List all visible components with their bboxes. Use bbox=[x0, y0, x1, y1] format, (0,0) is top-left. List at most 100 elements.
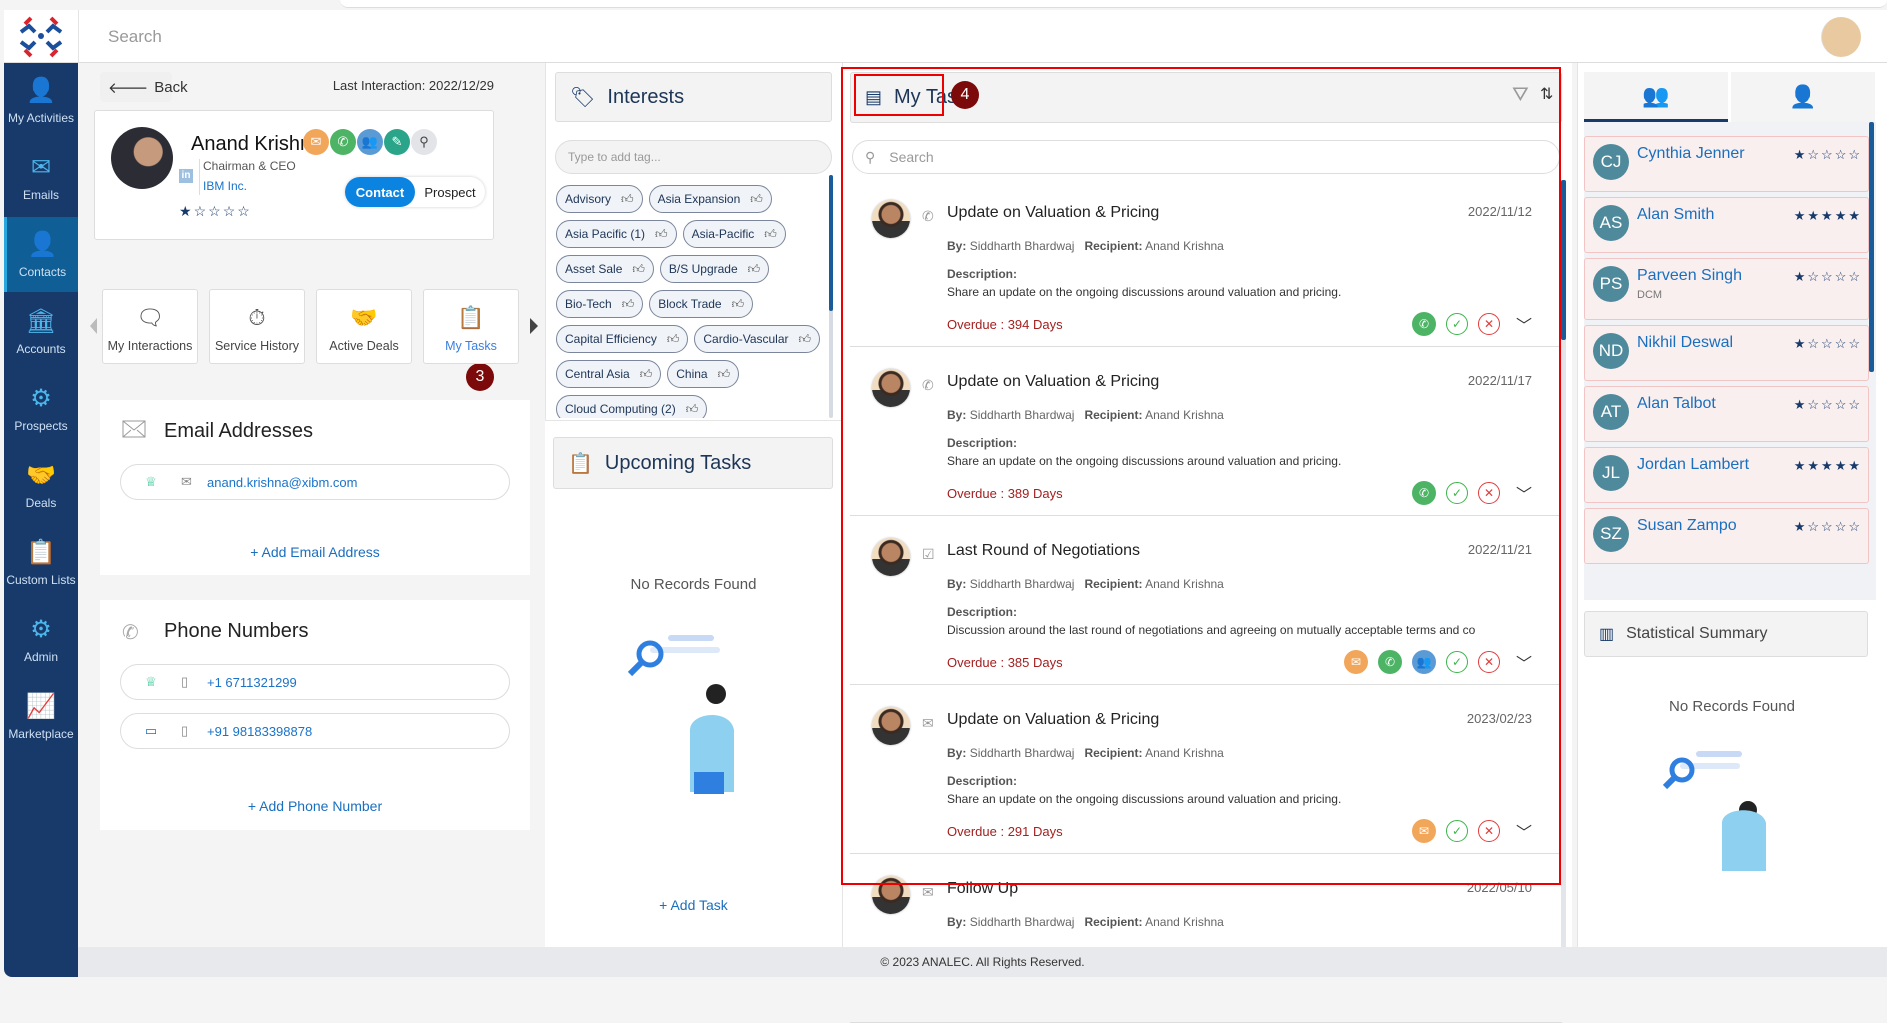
interest-tag[interactable]: Capital Efficiency 👍︎ bbox=[556, 325, 689, 353]
sidebar-item-emails[interactable]: ✉ Emails bbox=[4, 140, 78, 215]
contact-name-link[interactable]: Cynthia Jenner bbox=[1637, 145, 1745, 163]
interest-tag[interactable]: Cardio-Vascular 👍︎ bbox=[694, 325, 821, 353]
related-contact-card[interactable]: ND Nikhil Deswal ★ ☆ ☆ ☆ ☆ bbox=[1584, 325, 1869, 381]
linkedin-icon[interactable]: in bbox=[179, 169, 193, 183]
thumbs-up-icon[interactable]: 👍︎ bbox=[764, 227, 777, 242]
related-contact-card[interactable]: AT Alan Talbot ★ ☆ ☆ ☆ ☆ bbox=[1584, 386, 1869, 442]
back-button[interactable]: 🡐 Back bbox=[100, 72, 188, 102]
interest-tag[interactable]: Cloud Computing (2) 👍︎ bbox=[556, 395, 708, 418]
tags-scrollbar[interactable] bbox=[829, 175, 833, 418]
sidebar-item-admin[interactable]: ⚙ Admin bbox=[4, 602, 78, 677]
user-avatar[interactable] bbox=[1821, 17, 1861, 57]
interest-tag[interactable]: Asia Pacific (1) 👍︎ bbox=[556, 220, 677, 248]
star-empty-icon[interactable]: ☆ bbox=[1821, 519, 1833, 535]
contact-name-link[interactable]: Alan Talbot bbox=[1637, 395, 1716, 413]
star-filled-icon[interactable]: ★ bbox=[1794, 458, 1806, 474]
star-empty-icon[interactable]: ☆ bbox=[1807, 336, 1819, 352]
tiles-prev-arrow[interactable] bbox=[90, 318, 97, 334]
phone-value[interactable]: +1 6711321299 bbox=[207, 675, 297, 690]
star-filled-icon[interactable]: ★ bbox=[1821, 208, 1833, 224]
star-empty-icon[interactable]: ☆ bbox=[1821, 147, 1833, 163]
interest-tag[interactable]: Asia-Pacific 👍︎ bbox=[682, 220, 786, 248]
contact-rating[interactable]: ★ ☆ ☆ ☆ ☆ bbox=[1794, 397, 1860, 413]
star-empty-icon[interactable]: ☆ bbox=[1807, 397, 1819, 413]
star-filled-icon[interactable]: ★ bbox=[1848, 458, 1860, 474]
thumbs-up-icon[interactable]: 👍︎ bbox=[655, 227, 668, 242]
contact-option[interactable]: Contact bbox=[345, 177, 415, 207]
star-empty-icon[interactable]: ☆ bbox=[1848, 336, 1860, 352]
email-action-button[interactable]: ✉ bbox=[303, 129, 329, 155]
interest-tag[interactable]: Advisory 👍︎ bbox=[556, 185, 643, 213]
add-tag-input[interactable]: Type to add tag... bbox=[555, 140, 832, 174]
sidebar-item-marketplace[interactable]: 📈 Marketplace bbox=[4, 679, 78, 754]
interest-tag[interactable]: Asset Sale 👍︎ bbox=[556, 255, 654, 283]
related-scrollbar[interactable] bbox=[1869, 122, 1874, 372]
add-phone-link[interactable]: + Add Phone Number bbox=[100, 798, 530, 814]
star-filled-icon[interactable]: ★ bbox=[1794, 147, 1806, 163]
star-filled-icon[interactable]: ★ bbox=[1794, 269, 1806, 285]
star-filled-icon[interactable]: ★ bbox=[1794, 397, 1806, 413]
tiles-next-arrow[interactable] bbox=[530, 318, 538, 334]
star-empty-icon[interactable]: ☆ bbox=[1848, 397, 1860, 413]
star-empty-icon[interactable]: ☆ bbox=[223, 203, 236, 220]
star-filled-icon[interactable]: ★ bbox=[1794, 519, 1806, 535]
contact-rating[interactable]: ★ ☆ ☆ ☆ ☆ bbox=[1794, 147, 1860, 163]
star-empty-icon[interactable]: ☆ bbox=[1821, 397, 1833, 413]
thumbs-up-icon[interactable]: 👍︎ bbox=[632, 262, 645, 277]
email-row[interactable]: ♕ ✉ anand.krishna@xibm.com bbox=[120, 464, 510, 500]
thumbs-up-icon[interactable]: 👍︎ bbox=[799, 332, 812, 347]
star-empty-icon[interactable]: ☆ bbox=[237, 203, 250, 220]
interest-tag[interactable]: Bio-Tech 👍︎ bbox=[556, 290, 644, 318]
tab-contact-details[interactable]: 👤 bbox=[1731, 72, 1875, 122]
star-empty-icon[interactable]: ☆ bbox=[1835, 336, 1847, 352]
related-contact-card[interactable]: SZ Susan Zampo ★ ☆ ☆ ☆ ☆ bbox=[1584, 508, 1869, 564]
sidebar-item-prospects[interactable]: ⚙ Prospects bbox=[4, 371, 78, 446]
thumbs-up-icon[interactable]: 👍︎ bbox=[622, 297, 635, 312]
thumbs-up-icon[interactable]: 👍︎ bbox=[667, 332, 680, 347]
contact-name-link[interactable]: Susan Zampo bbox=[1637, 517, 1737, 535]
star-filled-icon[interactable]: ★ bbox=[1835, 208, 1847, 224]
star-empty-icon[interactable]: ☆ bbox=[1848, 519, 1860, 535]
thumbs-up-icon[interactable]: 👍︎ bbox=[621, 192, 634, 207]
meeting-action-button[interactable]: 👥 bbox=[357, 129, 383, 155]
star-empty-icon[interactable]: ☆ bbox=[1848, 269, 1860, 285]
star-empty-icon[interactable]: ☆ bbox=[1821, 269, 1833, 285]
add-task-link[interactable]: + Add Task bbox=[545, 897, 842, 913]
email-value[interactable]: anand.krishna@xibm.com bbox=[207, 475, 357, 490]
star-empty-icon[interactable]: ☆ bbox=[1848, 147, 1860, 163]
interest-tag[interactable]: Block Trade 👍︎ bbox=[649, 290, 754, 318]
thumbs-up-icon[interactable]: 👍︎ bbox=[686, 402, 699, 417]
tile-active-deals[interactable]: 🤝 Active Deals bbox=[316, 289, 412, 364]
related-contact-card[interactable]: CJ Cynthia Jenner ★ ☆ ☆ ☆ ☆ bbox=[1584, 136, 1869, 192]
search-action-button[interactable]: ⚲ bbox=[411, 129, 437, 155]
sidebar-item-deals[interactable]: 🤝 Deals bbox=[4, 448, 78, 523]
related-contact-card[interactable]: PS Parveen Singh DCM ★ ☆ ☆ ☆ ☆ bbox=[1584, 258, 1869, 320]
phone-row[interactable]: ▭ ▯ +91 98183398878 bbox=[120, 713, 510, 749]
star-empty-icon[interactable]: ☆ bbox=[1835, 147, 1847, 163]
contact-name-link[interactable]: Alan Smith bbox=[1637, 206, 1714, 224]
tasks-scrollbar[interactable] bbox=[1561, 180, 1566, 947]
contact-rating[interactable]: ★ ☆ ☆ ☆ ☆ bbox=[1794, 336, 1860, 352]
star-filled-icon[interactable]: ★ bbox=[1794, 208, 1806, 224]
tile-my-tasks[interactable]: 📋 My Tasks bbox=[423, 289, 519, 364]
star-empty-icon[interactable]: ☆ bbox=[1835, 269, 1847, 285]
star-empty-icon[interactable]: ☆ bbox=[1835, 397, 1847, 413]
star-empty-icon[interactable]: ☆ bbox=[208, 203, 221, 220]
contact-rating[interactable]: ★ ☆ ☆ ☆ ☆ bbox=[179, 203, 250, 220]
star-empty-icon[interactable]: ☆ bbox=[1821, 336, 1833, 352]
sidebar-item-my-activities[interactable]: 👤 My Activities bbox=[4, 63, 78, 138]
contact-company-link[interactable]: IBM Inc. bbox=[203, 179, 247, 193]
phone-row[interactable]: ♕ ▯ +1 6711321299 bbox=[120, 664, 510, 700]
global-search-input[interactable]: Search bbox=[108, 27, 162, 47]
related-contact-card[interactable]: JL Jordan Lambert ★ ★ ★ ★ ★ bbox=[1584, 447, 1869, 503]
phone-value[interactable]: +91 98183398878 bbox=[207, 724, 312, 739]
tab-relationships[interactable]: 👥 bbox=[1584, 72, 1728, 122]
contact-type-toggle[interactable]: Contact Prospect bbox=[345, 177, 485, 207]
thumbs-up-icon[interactable]: 👍︎ bbox=[750, 192, 763, 207]
star-filled-icon[interactable]: ★ bbox=[1794, 336, 1806, 352]
add-email-link[interactable]: + Add Email Address bbox=[100, 544, 530, 560]
related-contact-card[interactable]: AS Alan Smith ★ ★ ★ ★ ★ bbox=[1584, 197, 1869, 253]
thumbs-up-icon[interactable]: 👍︎ bbox=[748, 262, 761, 277]
sidebar-item-custom-lists[interactable]: 📋 Custom Lists bbox=[4, 525, 78, 600]
thumbs-up-icon[interactable]: 👍︎ bbox=[732, 297, 745, 312]
